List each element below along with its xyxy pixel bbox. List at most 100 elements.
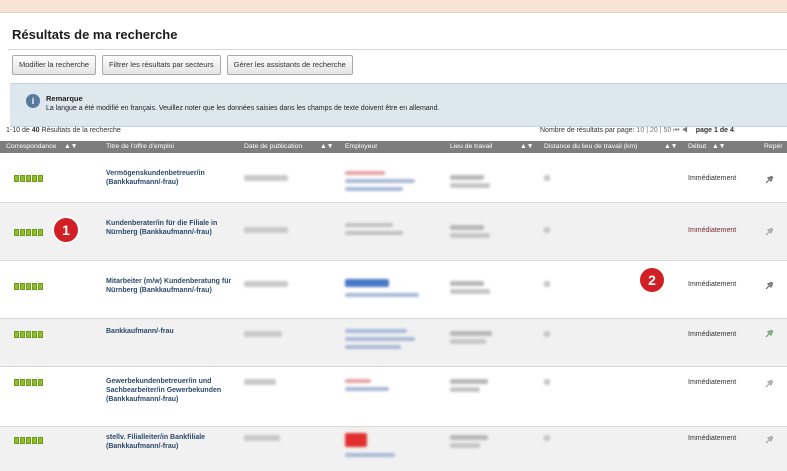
blurred-location (450, 225, 484, 230)
blurred-employer (345, 453, 395, 457)
col-start[interactable]: Début (688, 143, 706, 150)
col-location[interactable]: Lieu de travail (450, 143, 492, 150)
col-bookmark[interactable]: Repér (764, 143, 783, 150)
callout-badge-2: 2 (640, 268, 664, 292)
page-title: Résultats de ma recherche (12, 27, 178, 42)
blurred-date (244, 175, 288, 181)
blurred-employer-logo (345, 433, 367, 447)
match-stars (14, 283, 43, 290)
blurred-location (450, 443, 480, 448)
job-title-link[interactable]: Gewerbekundenbetreuer/in und Sachbearbei… (106, 377, 234, 404)
results-count: 40 (31, 127, 40, 134)
job-title-link[interactable]: Vermögenskundenbetreuer/in (Bankkaufmann… (106, 169, 234, 187)
blurred-employer (345, 293, 419, 297)
pin-icon[interactable] (764, 435, 774, 445)
pin-icon[interactable] (764, 175, 774, 185)
pin-icon[interactable] (764, 227, 774, 237)
modify-search-button[interactable]: Modifier la recherche (12, 55, 97, 75)
match-stars (14, 379, 43, 386)
job-title-link[interactable]: Mitarbeiter (m/w) Kundenberatung für Nür… (106, 277, 234, 295)
blurred-location (450, 379, 488, 384)
sort-icon[interactable]: ▲▼ (64, 143, 77, 150)
blurred-location (450, 331, 492, 336)
table-row[interactable]: Gewerbekundenbetreuer/in und Sachbearbei… (0, 367, 787, 427)
job-title-link[interactable]: Kundenberater/in für die Filiale in Nürn… (106, 219, 234, 237)
callout-badge-1: 1 (54, 218, 78, 242)
match-stars (14, 175, 43, 182)
blurred-distance (544, 435, 550, 441)
pin-icon[interactable] (764, 281, 774, 291)
blurred-date (244, 379, 276, 385)
page-indicator: page 1 de 4 (695, 127, 734, 134)
start-value: Immédiatement (688, 331, 737, 338)
info-icon: i (26, 94, 40, 108)
blurred-distance (544, 379, 550, 385)
blurred-employer (345, 329, 407, 333)
blurred-employer (345, 379, 371, 383)
blurred-employer (345, 345, 401, 349)
blurred-employer (345, 337, 415, 341)
job-title-link[interactable]: Bankkaufmann/-frau (106, 327, 234, 336)
table-row[interactable]: Kundenberater/in für die Filiale in Nürn… (0, 203, 787, 261)
blurred-location (450, 387, 480, 392)
table-row[interactable]: Bankkaufmann/-frau Immédiatement (0, 319, 787, 367)
blurred-employer (345, 171, 385, 175)
start-value: Immédiatement (688, 175, 737, 182)
notice-heading: Remarque (46, 94, 83, 103)
blurred-employer (345, 223, 393, 227)
per-page-options[interactable]: 10 | 20 | 50 (637, 127, 672, 134)
page-nav-icon[interactable]: ⏮ ◀ (673, 127, 688, 134)
col-date[interactable]: Date de publication (244, 143, 302, 150)
pin-icon[interactable] (764, 329, 774, 339)
notice-box: i Remarque La langue a été modifié en fr… (10, 83, 787, 127)
blurred-location (450, 233, 490, 238)
match-stars (14, 437, 43, 444)
sort-icon[interactable]: ▲▼ (712, 143, 725, 150)
results-panel: Résultats de ma recherche Modifier la re… (0, 12, 787, 471)
start-value: Immédiatement (688, 227, 737, 234)
sort-icon[interactable]: ▲▼ (664, 143, 677, 150)
blurred-distance (544, 331, 550, 337)
filter-sectors-button[interactable]: Filtrer les résultats par secteurs (102, 55, 221, 75)
table-row[interactable]: Mitarbeiter (m/w) Kundenberatung für Nür… (0, 261, 787, 319)
blurred-location (450, 435, 488, 440)
pin-icon[interactable] (764, 379, 774, 389)
match-stars (14, 331, 43, 338)
toolbar: Modifier la recherche Filtrer les résult… (12, 55, 353, 75)
col-employer[interactable]: Employeur (345, 143, 378, 150)
start-value: Immédiatement (688, 435, 737, 442)
blurred-location (450, 289, 490, 294)
col-match[interactable]: Correspondance (6, 143, 56, 150)
blurred-date (244, 281, 288, 287)
blurred-employer (345, 179, 415, 183)
sort-icon[interactable]: ▲▼ (520, 143, 533, 150)
start-value: Immédiatement (688, 379, 737, 386)
blurred-employer-logo (345, 279, 389, 287)
blurred-location (450, 175, 484, 180)
sort-icon[interactable]: ▲▼ (320, 143, 333, 150)
table-row[interactable]: Vermögenskundenbetreuer/in (Bankkaufmann… (0, 153, 787, 203)
notice-text: La langue a été modifié en français. Veu… (46, 105, 440, 112)
results-summary: 1-10 de 40 Résultats de la recherche (6, 127, 121, 134)
blurred-date (244, 435, 280, 441)
blurred-date (244, 227, 288, 233)
blurred-location (450, 339, 486, 344)
col-distance[interactable]: Distance du lieu de travail (km) (544, 143, 637, 150)
per-page-label: Nombre de résultats par page: (540, 127, 635, 134)
blurred-employer (345, 387, 389, 391)
blurred-employer (345, 187, 403, 191)
job-title-link[interactable]: stellv. Filialleiter/in Bankfiliale (Ban… (106, 433, 234, 451)
blurred-distance (544, 175, 550, 181)
match-stars (14, 229, 43, 236)
table-row[interactable]: stellv. Filialleiter/in Bankfiliale (Ban… (0, 427, 787, 471)
manage-assistants-button[interactable]: Gérer les assistants de recherche (226, 55, 353, 75)
blurred-employer (345, 231, 403, 235)
blurred-distance (544, 281, 550, 287)
blurred-date (244, 331, 282, 337)
table-header: Correspondance ▲▼ Titre de l'offre d'emp… (0, 141, 787, 153)
col-title[interactable]: Titre de l'offre d'emploi (106, 143, 174, 150)
blurred-location (450, 183, 490, 188)
title-divider (8, 49, 787, 50)
pager: Nombre de résultats par page: 10 | 20 | … (540, 127, 734, 135)
blurred-location (450, 281, 484, 286)
